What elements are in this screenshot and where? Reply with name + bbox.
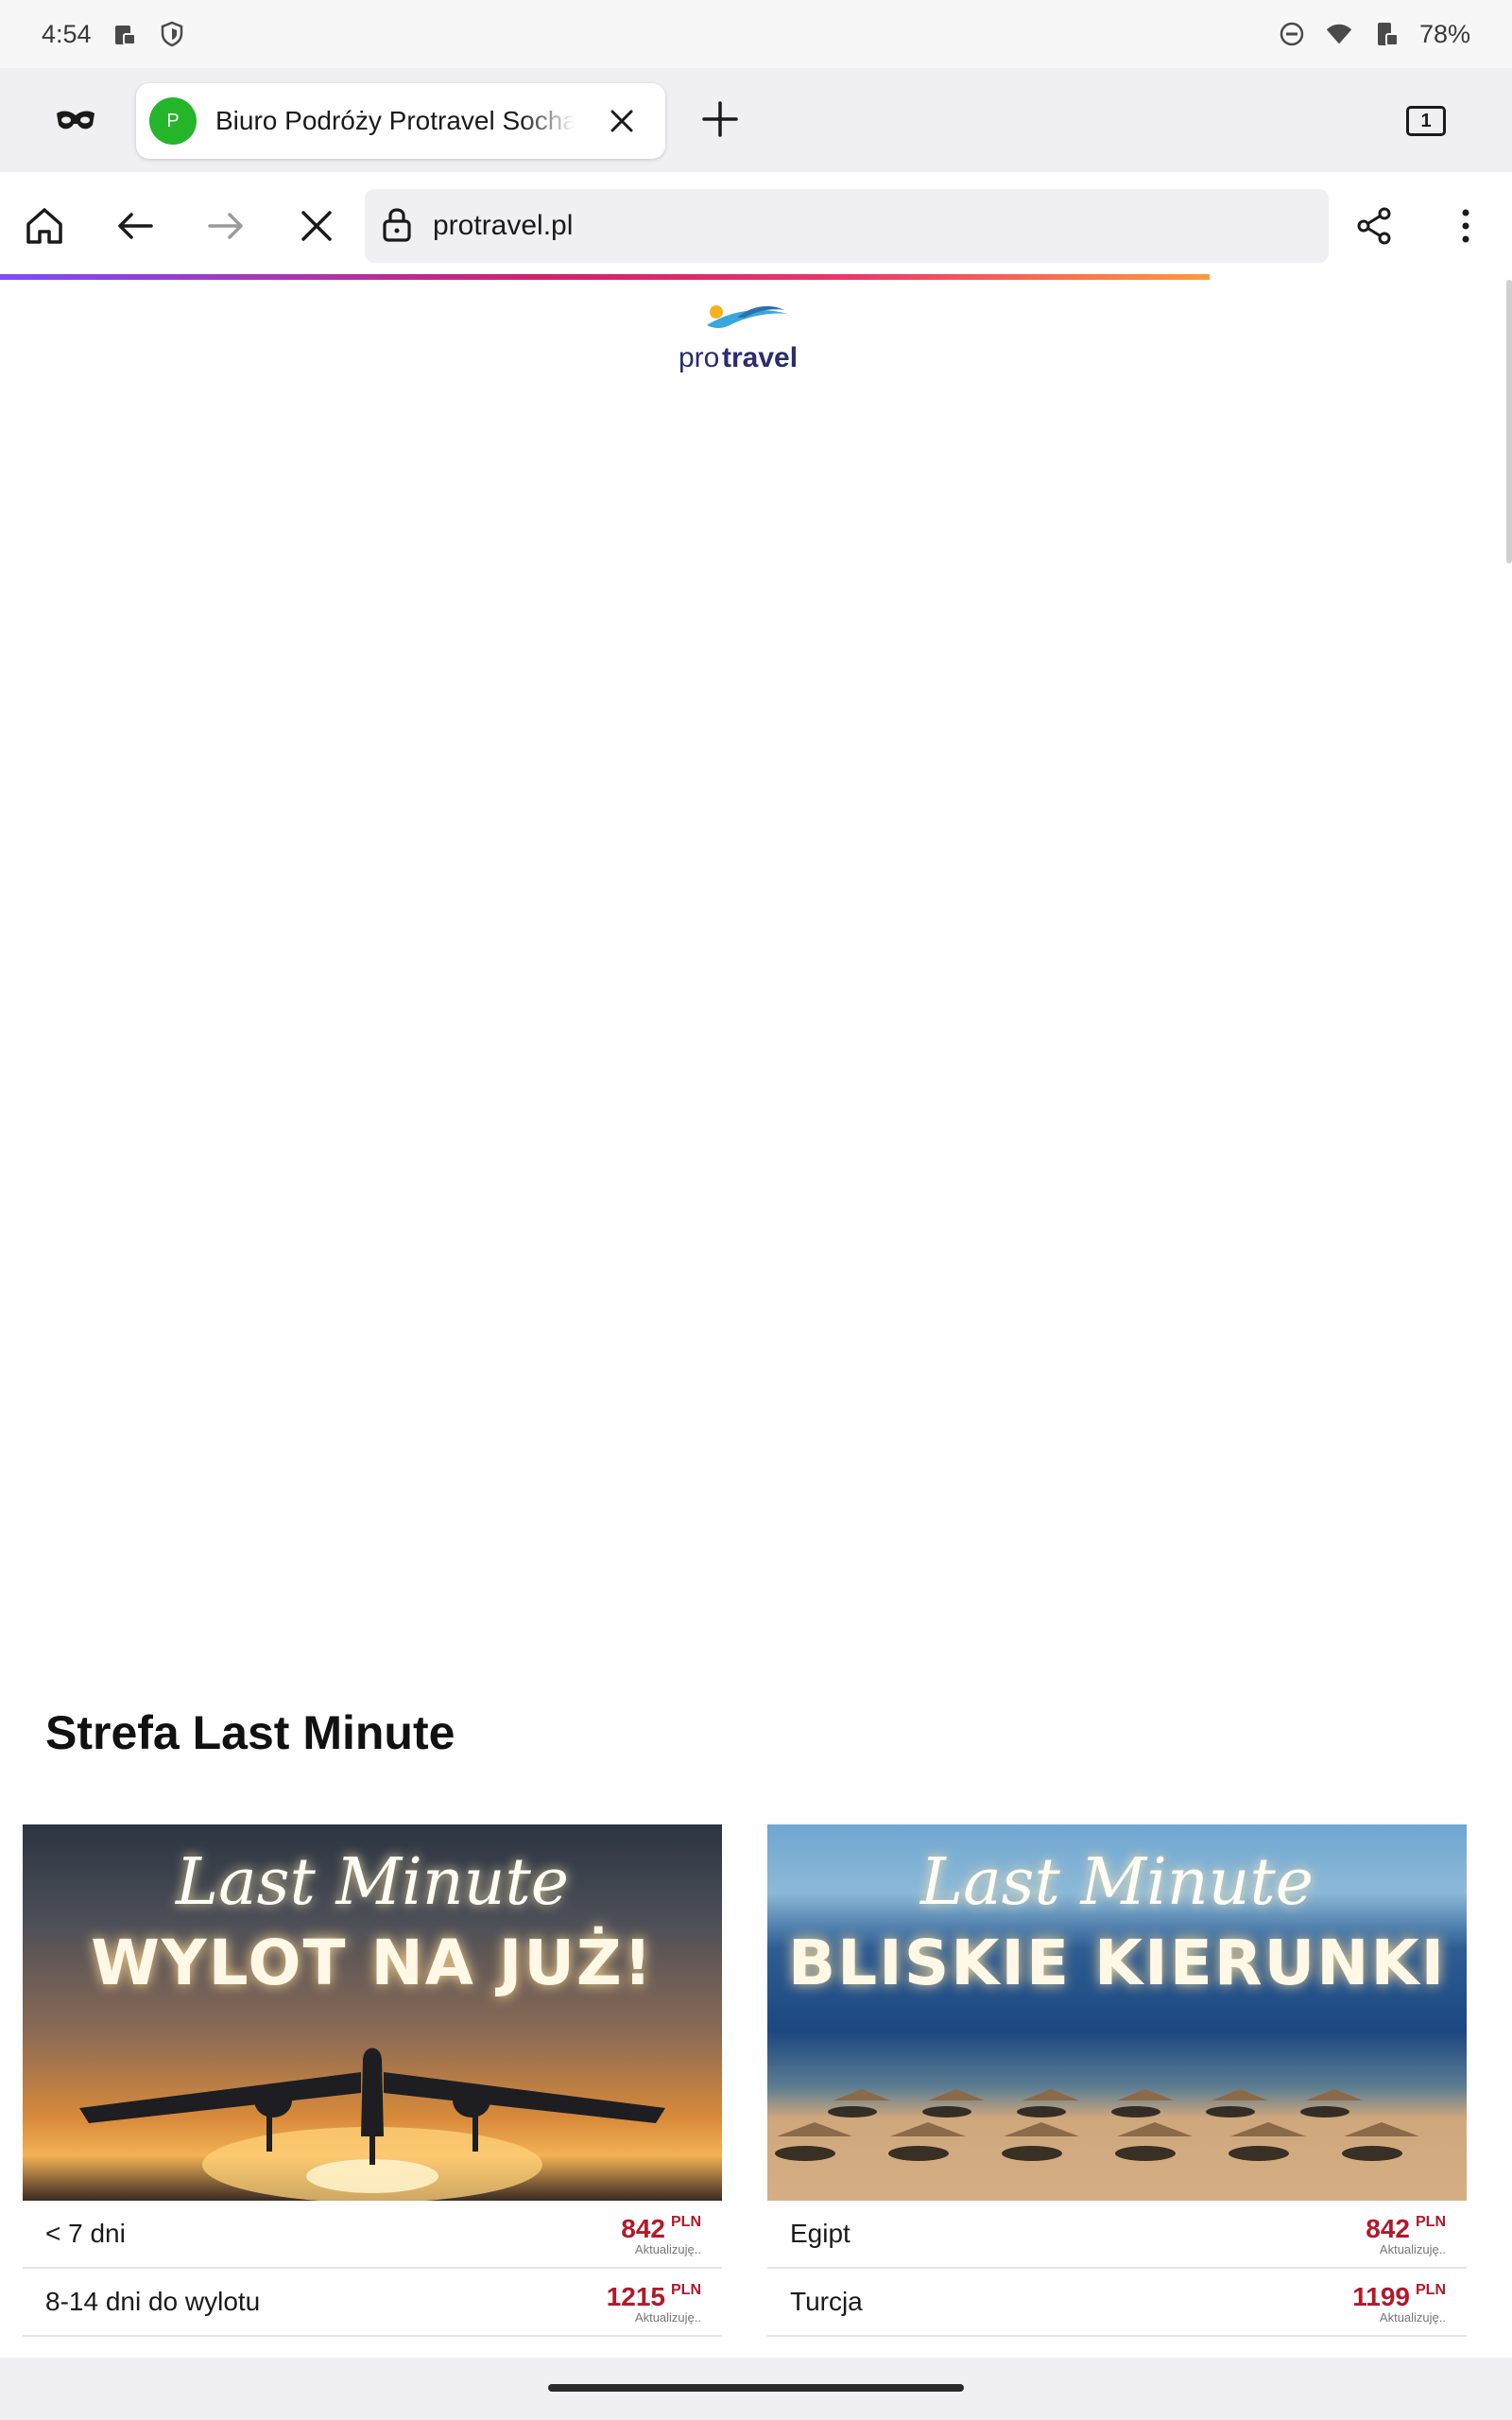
card-image-airplane[interactable]: Last Minute WYLOT NA JUŻ! [23,1824,722,2201]
share-icon[interactable] [1349,200,1400,251]
more-vertical-icon[interactable] [1440,200,1491,251]
last-minute-card[interactable]: Last Minute WYLOT NA JUŻ! < 7 dni 842 PLN… [23,1824,722,2337]
list-item[interactable]: Egipt 842 PLN Aktualizuję.. [767,2201,1467,2269]
plus-icon[interactable] [696,95,745,144]
card-script-title: Last Minute [175,1845,570,1920]
price-value: 1215 [606,2282,665,2311]
row-price: 842 PLN Aktualizuję.. [621,2214,701,2256]
tab-strip: P Biuro Podróży Protravel Sochaczew 1 [0,68,1512,172]
shield-icon [158,20,186,48]
row-label: < 7 dni [45,2219,126,2248]
lock-icon[interactable] [382,205,412,248]
card-image-beach[interactable]: Last Minute BLISKIE KIERUNKI [767,1824,1467,2201]
forward-arrow-icon[interactable] [200,200,251,251]
list-item[interactable]: Turcja 1199 PLN Aktualizuję.. [767,2269,1467,2337]
wifi-icon [1325,20,1353,48]
status-right: 78% [1278,20,1470,49]
row-price: 1199 PLN Aktualizuję.. [1352,2282,1446,2325]
row-price: 1215 PLN Aktualizuję.. [607,2282,701,2325]
section-title: Strefa Last Minute [45,1706,455,1759]
scrollbar[interactable] [1506,280,1512,563]
price-value: 1199 [1352,2282,1410,2311]
tab-title: Biuro Podróży Protravel Sochaczew [215,106,575,135]
price-value: 842 [621,2214,665,2243]
logo-pro: pro [679,342,719,373]
home-icon[interactable] [19,200,70,251]
site-favicon: P [149,97,197,145]
price-note: Aktualizuję.. [634,2310,701,2325]
browser-toolbar: protravel.pl [0,172,1512,278]
price-currency: PLN [671,2214,701,2230]
price-currency: PLN [671,2282,701,2298]
status-bar: 4:54 78% [0,0,1512,68]
list-item[interactable]: < 7 dni 842 PLN Aktualizuję.. [23,2201,722,2269]
price-value: 842 [1366,2214,1410,2243]
price-note: Aktualizuję.. [1379,2310,1446,2325]
back-arrow-icon[interactable] [110,200,161,251]
row-label: 8-14 dni do wylotu [45,2287,261,2316]
row-label: Egipt [790,2219,850,2248]
price-note: Aktualizuję.. [634,2242,701,2256]
status-time: 4:54 [42,19,92,48]
price-currency: PLN [1416,2282,1446,2298]
card-headline: WYLOT NA JUŻ! [91,1927,654,1999]
tab-count-button[interactable]: 1 [1406,106,1446,136]
status-left: 4:54 [42,20,186,49]
protravel-logo[interactable]: pro travel [679,297,811,374]
row-label: Turcja [790,2287,863,2316]
clipboard-lock-icon [111,20,139,48]
close-icon[interactable] [603,102,641,140]
card-script-title: Last Minute [919,1845,1314,1920]
system-navigation-bar [0,2358,1512,2420]
do-not-disturb-icon [1278,20,1306,48]
battery-percent: 78% [1418,19,1470,48]
list-item[interactable]: 8-14 dni do wylotu 1215 PLN Aktualizuję.. [23,2269,722,2337]
url-text[interactable]: protravel.pl [433,210,573,242]
price-note: Aktualizuję.. [1379,2242,1446,2256]
battery-icon [1372,20,1400,48]
last-minute-card[interactable]: Last Minute BLISKIE KIERUNKI Egipt 842 PL… [767,1824,1467,2337]
card-headline: BLISKIE KIERUNKI [787,1927,1447,1999]
private-mode-icon[interactable] [47,95,104,146]
price-currency: PLN [1416,2214,1446,2230]
web-page: pro travel Strefa Last Minute Last Minut… [0,280,1512,2360]
browser-tab[interactable]: P Biuro Podróży Protravel Sochaczew [136,83,665,159]
address-bar[interactable]: protravel.pl [365,189,1329,263]
stop-loading-icon[interactable] [291,200,342,251]
row-price: 842 PLN Aktualizuję.. [1366,2214,1446,2256]
logo-travel: travel [722,342,798,373]
gesture-handle[interactable] [548,2384,964,2392]
